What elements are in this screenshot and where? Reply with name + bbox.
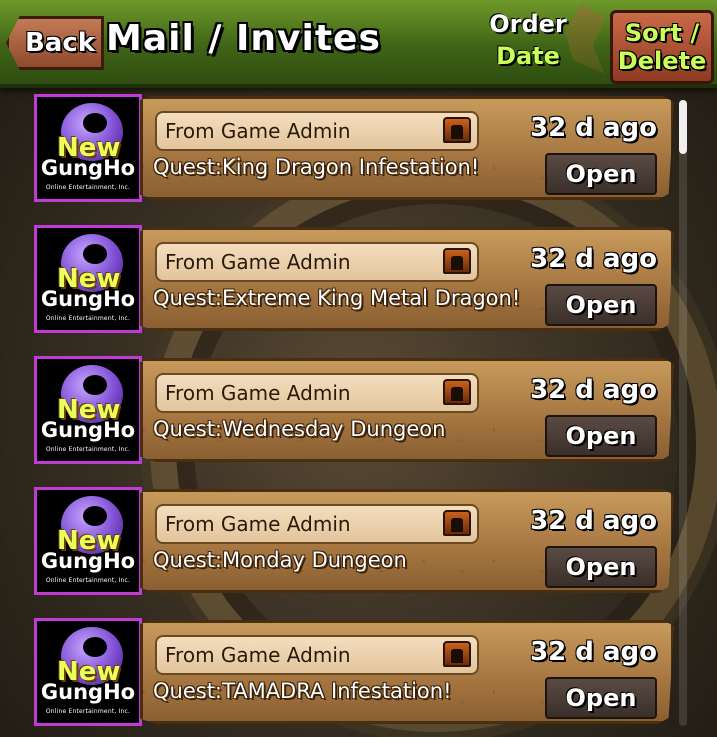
treasure-chest-icon [443, 117, 471, 143]
back-button[interactable]: Back [6, 16, 104, 70]
open-button-label: Open [565, 291, 637, 319]
mail-subject: Quest:King Dragon Infestation! [153, 155, 480, 179]
mail-row[interactable]: New GungHo Online Entertainment, Inc. Fr… [0, 614, 717, 730]
avatar-brand-tagline: Online Entertainment, Inc. [45, 708, 131, 715]
open-button[interactable]: Open [545, 677, 657, 719]
treasure-chest-icon [443, 248, 471, 274]
mail-age: 32 d ago [530, 637, 657, 667]
treasure-chest-icon [443, 641, 471, 667]
sender-avatar: New GungHo Online Entertainment, Inc. [34, 356, 142, 464]
mail-row[interactable]: New GungHo Online Entertainment, Inc. Fr… [0, 483, 717, 599]
open-button-label: Open [565, 684, 637, 712]
mail-row[interactable]: New GungHo Online Entertainment, Inc. Fr… [0, 90, 717, 206]
sender-avatar: New GungHo Online Entertainment, Inc. [34, 618, 142, 726]
sort-label: Sort / [624, 19, 700, 47]
mail-panel: From Game Admin 32 d ago Quest:Wednesday… [140, 358, 674, 462]
mail-panel: From Game Admin 32 d ago Quest:Monday Du… [140, 489, 674, 593]
sender-box: From Game Admin [155, 111, 479, 151]
sort-delete-button[interactable]: Sort / Delete [610, 10, 714, 84]
mail-subject: Quest:Monday Dungeon [153, 548, 407, 572]
treasure-chest-icon [443, 510, 471, 536]
mail-age: 32 d ago [530, 375, 657, 405]
avatar-brand-tagline: Online Entertainment, Inc. [45, 446, 131, 453]
sender-label: From Game Admin [165, 250, 351, 274]
avatar-brand-name: GungHo [40, 418, 136, 442]
back-button-label: Back [24, 28, 96, 58]
sender-box: From Game Admin [155, 504, 479, 544]
page-title: Mail / Invites [106, 18, 381, 59]
mail-age: 32 d ago [530, 113, 657, 143]
avatar-brand-name: GungHo [40, 680, 136, 704]
sender-label: From Game Admin [165, 119, 351, 143]
sender-box: From Game Admin [155, 373, 479, 413]
delete-label: Delete [617, 47, 707, 75]
mail-subject: Quest:TAMADRA Infestation! [153, 679, 452, 703]
scrollbar[interactable] [679, 100, 687, 726]
mail-row[interactable]: New GungHo Online Entertainment, Inc. Fr… [0, 352, 717, 468]
open-button[interactable]: Open [545, 546, 657, 588]
sender-avatar: New GungHo Online Entertainment, Inc. [34, 225, 142, 333]
mail-panel: From Game Admin 32 d ago Quest:King Drag… [140, 96, 674, 200]
avatar-brand-tagline: Online Entertainment, Inc. [45, 577, 131, 584]
open-button-label: Open [565, 160, 637, 188]
header-bar: Back Mail / Invites Order Date Sort / De… [0, 0, 717, 88]
mail-row[interactable]: New GungHo Online Entertainment, Inc. Fr… [0, 221, 717, 337]
mail-age: 32 d ago [530, 244, 657, 274]
sender-label: From Game Admin [165, 381, 351, 405]
open-button-label: Open [565, 422, 637, 450]
treasure-chest-icon [443, 379, 471, 405]
sender-label: From Game Admin [165, 512, 351, 536]
avatar-brand-name: GungHo [40, 287, 136, 311]
mail-subject: Quest:Wednesday Dungeon [153, 417, 446, 441]
avatar-brand-tagline: Online Entertainment, Inc. [45, 184, 131, 191]
avatar-brand-tagline: Online Entertainment, Inc. [45, 315, 131, 322]
open-button[interactable]: Open [545, 415, 657, 457]
date-label: Date [496, 42, 560, 70]
open-button[interactable]: Open [545, 153, 657, 195]
order-date-toggle[interactable]: Order Date [478, 8, 578, 72]
sender-box: From Game Admin [155, 242, 479, 282]
sender-label: From Game Admin [165, 643, 351, 667]
order-label: Order [489, 10, 567, 38]
scrollbar-thumb[interactable] [679, 100, 687, 154]
sender-avatar: New GungHo Online Entertainment, Inc. [34, 94, 142, 202]
mail-panel: From Game Admin 32 d ago Quest:TAMADRA I… [140, 620, 674, 724]
sender-box: From Game Admin [155, 635, 479, 675]
avatar-brand-name: GungHo [40, 549, 136, 573]
open-button[interactable]: Open [545, 284, 657, 326]
avatar-brand-name: GungHo [40, 156, 136, 180]
sender-avatar: New GungHo Online Entertainment, Inc. [34, 487, 142, 595]
open-button-label: Open [565, 553, 637, 581]
mail-panel: From Game Admin 32 d ago Quest:Extreme K… [140, 227, 674, 331]
mail-age: 32 d ago [530, 506, 657, 536]
mail-subject: Quest:Extreme King Metal Dragon! [153, 286, 521, 310]
